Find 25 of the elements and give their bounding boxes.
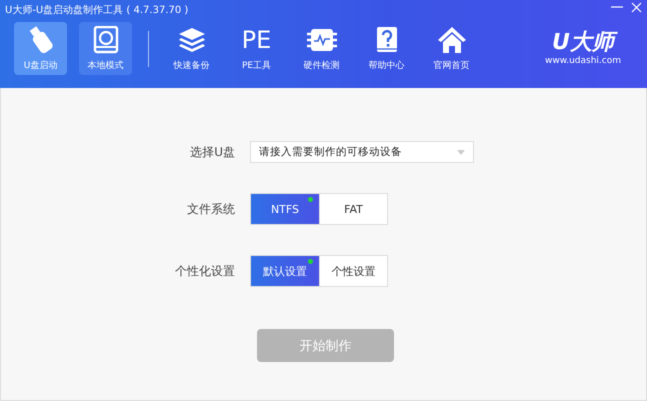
nav-button[interactable]: 本地模式	[79, 22, 132, 75]
field-label: 个性化设置	[174, 262, 236, 280]
nav-button[interactable]: U盘启动	[14, 22, 67, 75]
home-icon	[436, 26, 466, 54]
field-label: 选择U盘	[189, 144, 236, 160]
option-button[interactable]: FAT	[319, 194, 387, 224]
layers-icon	[178, 27, 206, 53]
website-url: www.udashi.com	[544, 56, 621, 66]
option-button[interactable]: 默认设置	[251, 256, 319, 286]
nav-button[interactable]: 帮助中心	[360, 22, 413, 75]
window-title: U大师-U盘启动盘制作工具 ( 4.7.37.70 )	[4, 4, 188, 17]
field-label: 文件系统	[186, 200, 236, 218]
nav-button[interactable]: PE PE工具	[230, 22, 283, 75]
help-icon	[374, 26, 398, 54]
nav-button[interactable]: 官网首页	[425, 22, 478, 75]
option-button[interactable]: 个性设置	[319, 256, 387, 286]
device-dropdown[interactable]: 请接入需要制作的可移动设备	[250, 141, 474, 163]
close-icon[interactable]	[631, 2, 642, 13]
caret-icon	[457, 150, 465, 154]
pe-icon: PE	[242, 28, 272, 52]
nav-button[interactable]: 硬件检测	[295, 22, 348, 75]
nav-button[interactable]: 快速备份	[165, 22, 218, 75]
chip-icon	[306, 27, 338, 53]
option-button[interactable]: NTFS	[251, 194, 319, 224]
usb-drive-icon	[28, 25, 54, 55]
